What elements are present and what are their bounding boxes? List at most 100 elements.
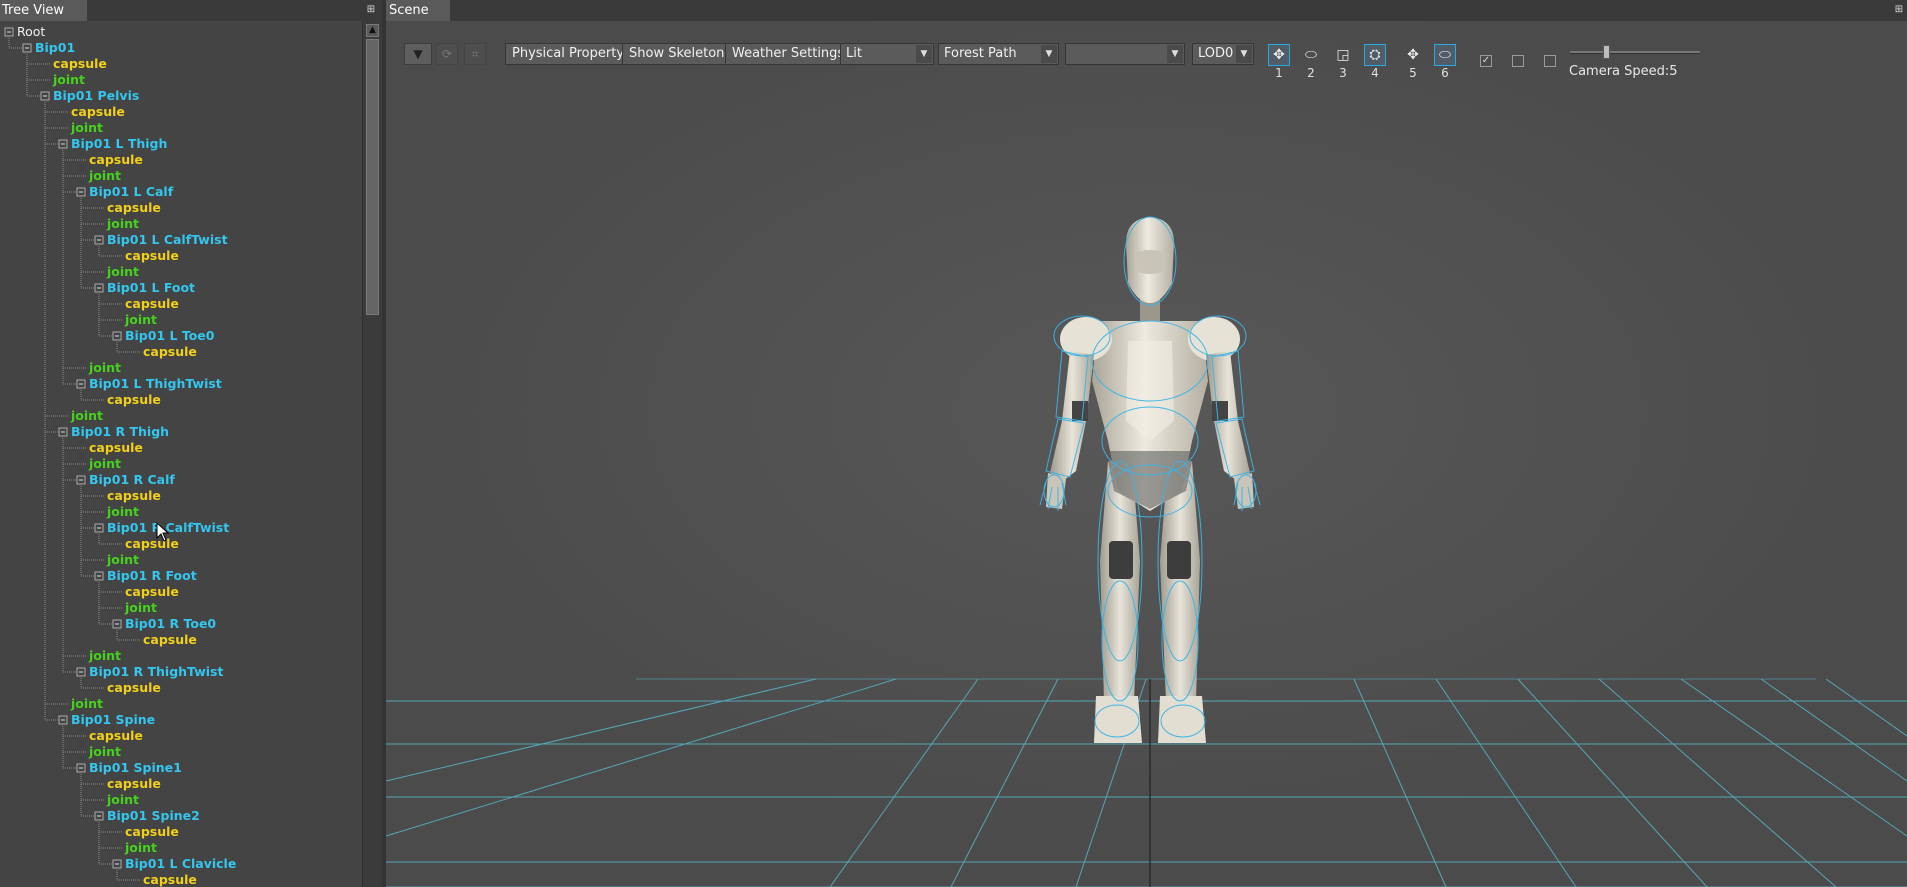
dock-pin-icon[interactable]: ⊞ [365, 4, 377, 16]
tree-node[interactable]: Bip01 R Thigh [71, 424, 169, 440]
tree-item-joint[interactable]: joint [53, 72, 85, 88]
scrollbar-thumb[interactable] [366, 39, 379, 315]
tab-scene[interactable]: Scene [386, 0, 450, 21]
tree-scrollbar[interactable]: ▲ [362, 21, 383, 887]
tree-item-capsule[interactable]: capsule [89, 440, 143, 456]
tree-item-capsule[interactable]: capsule [71, 104, 125, 120]
tree-node[interactable]: Bip01 L Calf [89, 184, 173, 200]
weather-settings-button[interactable]: Weather Settings [725, 43, 852, 65]
tree-node[interactable]: Bip01 R Calf [89, 472, 175, 488]
tree-node[interactable]: Bip01 Spine2 [107, 808, 200, 824]
tree-node[interactable]: Bip01 Pelvis [53, 88, 139, 104]
tree-node[interactable]: Bip01 L Foot [107, 280, 195, 296]
show-skeleton-button[interactable]: Show Skeleton [622, 43, 732, 65]
tree-item-joint[interactable]: joint [107, 552, 139, 568]
arrow-up-icon[interactable]: ▲ [366, 24, 379, 37]
camera-speed-slider[interactable] [1570, 45, 1700, 59]
tree-node[interactable]: Bip01 [35, 40, 75, 56]
tree-view-panel: Tree View ⊞ Root Bip01 capsule joint Bip01 P… [0, 0, 384, 887]
tree-node[interactable]: Bip01 R ThighTwist [89, 664, 223, 680]
scale-gizmo-button[interactable]: ◲ [1332, 44, 1354, 66]
tree-item-capsule[interactable]: capsule [89, 728, 143, 744]
tree-item-joint[interactable]: joint [125, 312, 157, 328]
move-gizmo-button[interactable]: ✥ [1268, 44, 1290, 66]
tree-item-capsule[interactable]: capsule [107, 200, 161, 216]
scene-panel: Scene ⊞ ▼ ⟳ ⌗ Physical Property Show Ske… [386, 0, 1907, 887]
view-menu-button[interactable]: ▼ [404, 43, 432, 65]
option-checkbox-3[interactable] [1544, 55, 1556, 67]
lod-value: LOD0 [1198, 46, 1234, 61]
mouse-cursor-icon [156, 522, 170, 542]
slider-handle[interactable] [1603, 45, 1610, 59]
tree-item-joint[interactable]: joint [71, 120, 103, 136]
tree-item-capsule[interactable]: capsule [107, 392, 161, 408]
option-checkbox-2[interactable] [1512, 55, 1524, 67]
tree-item-capsule[interactable]: capsule [143, 872, 197, 887]
character-gizmo-button[interactable]: ⛭ [1364, 44, 1386, 66]
physical-property-button[interactable]: Physical Property [505, 43, 632, 65]
maximize-icon[interactable]: ⊞ [1893, 4, 1905, 16]
tree-item-joint[interactable]: joint [107, 792, 139, 808]
tree-item-joint[interactable]: joint [107, 216, 139, 232]
tree-item-capsule[interactable]: capsule [125, 584, 179, 600]
tree-item-joint[interactable]: joint [71, 696, 103, 712]
tree-node[interactable]: Bip01 L CalfTwist [107, 232, 228, 248]
environment-select[interactable]: Forest Path ▼ [938, 43, 1059, 65]
shading-mode-select[interactable]: Lit ▼ [840, 43, 934, 65]
tree-item-capsule[interactable]: capsule [107, 488, 161, 504]
dropdown-menu-icon: ▼ [413, 47, 423, 61]
tree-item-joint[interactable]: joint [107, 504, 139, 520]
option-checkbox-1[interactable]: ✓ [1480, 55, 1492, 67]
scene-hierarchy-tree[interactable]: Root Bip01 capsule joint Bip01 Pelvis capsule… [0, 21, 362, 887]
tree-item-capsule[interactable]: capsule [89, 152, 143, 168]
tree-item-joint[interactable]: joint [89, 456, 121, 472]
tree-connector-lines [4, 27, 140, 881]
tree-node[interactable]: Bip01 L Thigh [71, 136, 167, 152]
tree-item-joint[interactable]: joint [71, 408, 103, 424]
tree-item-joint[interactable]: joint [89, 168, 121, 184]
tree-node[interactable]: Bip01 L Toe0 [125, 328, 214, 344]
tab-tree-view[interactable]: Tree View [0, 0, 87, 21]
tree-view-header [87, 0, 384, 21]
extra-select[interactable]: ▼ [1065, 43, 1185, 65]
tree-item-capsule[interactable]: capsule [125, 296, 179, 312]
grid-toggle-button[interactable]: ⌗ [464, 43, 486, 65]
gizmo-number-1: 1 [1275, 66, 1283, 80]
tree-item-joint[interactable]: joint [89, 648, 121, 664]
scene-viewport[interactable]: ▼ ⟳ ⌗ Physical Property Show Skeleton We… [386, 21, 1907, 887]
move-gizmo-icon: ✥ [1273, 47, 1285, 63]
tree-item-capsule[interactable]: capsule [143, 344, 197, 360]
tree-node[interactable]: Bip01 R Foot [107, 568, 197, 584]
rotate-gizmo-button[interactable]: ⬭ [1300, 44, 1322, 66]
tree-item-joint[interactable]: joint [89, 744, 121, 760]
tree-item-joint[interactable]: joint [89, 360, 121, 376]
lod-select[interactable]: LOD0 ▼ [1192, 43, 1254, 65]
tree-item-capsule[interactable]: capsule [143, 632, 197, 648]
tree-node[interactable]: Bip01 R Toe0 [125, 616, 216, 632]
tree-node[interactable]: Bip01 Spine1 [89, 760, 182, 776]
tree-item-capsule[interactable]: capsule [125, 824, 179, 840]
tree-node[interactable]: Bip01 Spine [71, 712, 155, 728]
tree-item-capsule[interactable]: capsule [53, 56, 107, 72]
scene-header [450, 0, 1907, 21]
gizmo-number-6: 6 [1441, 66, 1449, 80]
tree-item-capsule[interactable]: capsule [107, 776, 161, 792]
refresh-button[interactable]: ⟳ [436, 43, 458, 65]
tree-node[interactable]: Bip01 L ThighTwist [89, 376, 222, 392]
environment-value: Forest Path [944, 46, 1017, 61]
tree-item-joint[interactable]: joint [125, 840, 157, 856]
tree-item-capsule[interactable]: capsule [125, 536, 179, 552]
move-local-button[interactable]: ✥ [1402, 44, 1424, 66]
gizmo-number-5: 5 [1409, 66, 1417, 80]
gizmo-number-2: 2 [1307, 66, 1315, 80]
tree-node[interactable]: Root [17, 24, 45, 40]
tree-node[interactable]: Bip01 L Clavicle [125, 856, 236, 872]
rotate-local-button[interactable]: ⬭ [1434, 44, 1456, 66]
tree-item-joint[interactable]: joint [125, 600, 157, 616]
chevron-down-icon: ▼ [1041, 45, 1057, 63]
camera-speed-label: Camera Speed:5 [1569, 64, 1678, 79]
scale-gizmo-icon: ◲ [1336, 47, 1350, 63]
tree-item-capsule[interactable]: capsule [107, 680, 161, 696]
tree-item-joint[interactable]: joint [107, 264, 139, 280]
tree-item-capsule[interactable]: capsule [125, 248, 179, 264]
